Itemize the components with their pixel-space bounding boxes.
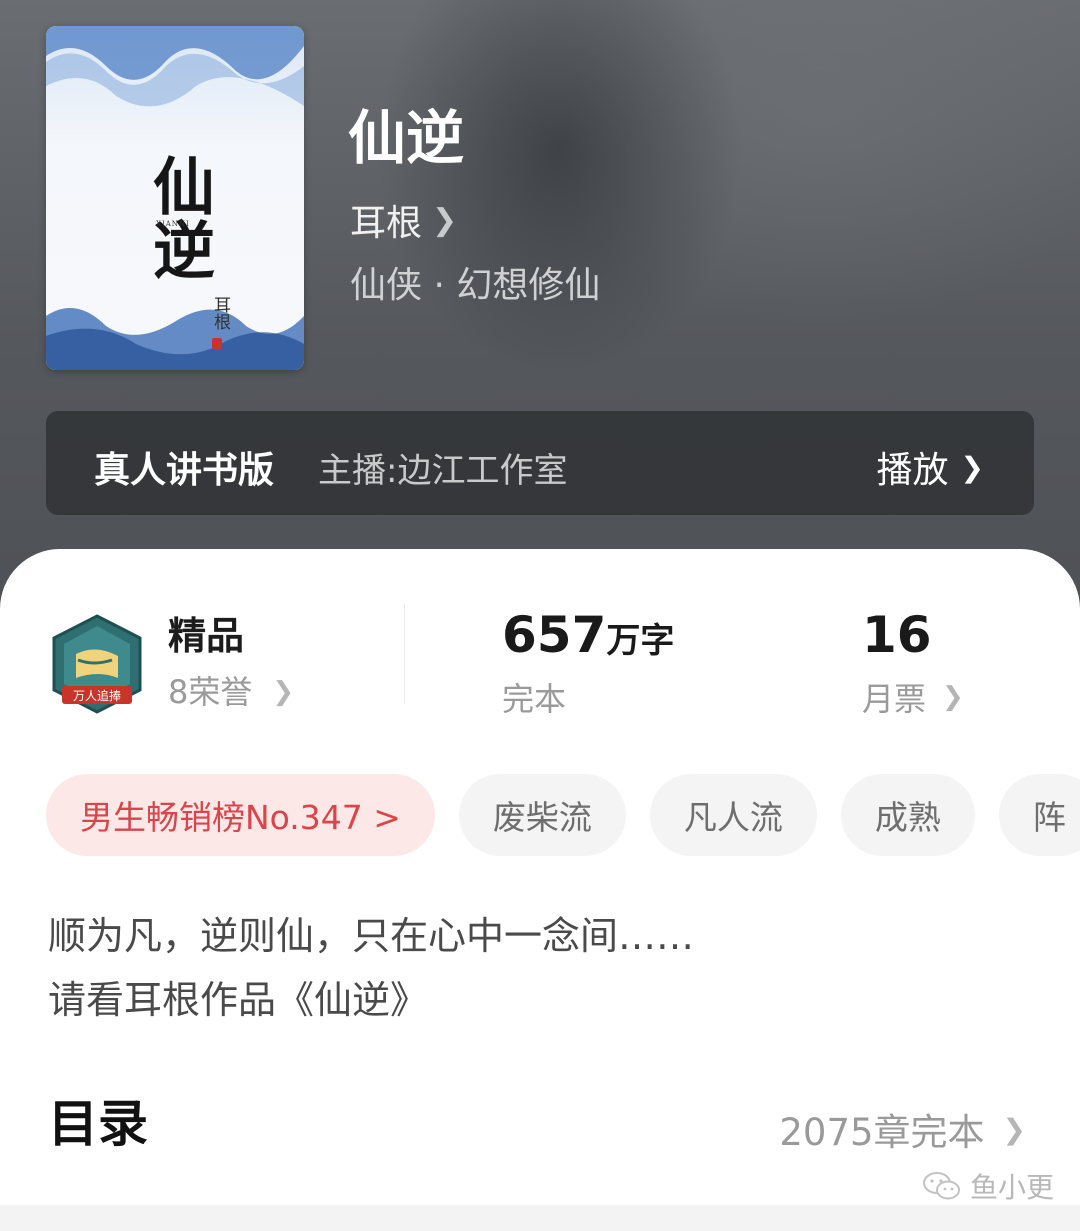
cover-title: 仙逆 [142, 154, 215, 282]
quality-title: 精品 [168, 614, 245, 658]
book-genre: 仙侠 · 幻想修仙 [350, 265, 601, 306]
cover-author: 耳根 [210, 296, 230, 330]
watermark-text: 鱼小更 [970, 1171, 1055, 1204]
word-count: 657万字 [502, 606, 674, 676]
book-description[interactable]: 顺为凡，逆则仙，只在心中一念间…… 请看耳根作品《仙逆》 [48, 904, 1028, 1032]
honor-badge-icon[interactable]: 万人追捧 [48, 614, 146, 716]
book-title: 仙逆 [348, 104, 465, 172]
bottom-strip [0, 1205, 1080, 1231]
audio-label: 真人讲书版 [94, 450, 275, 491]
monthly-votes-label: 月票 [862, 680, 927, 718]
description-line: 请看耳根作品《仙逆》 [48, 978, 429, 1022]
chevron-right-icon: ❯ [1002, 1112, 1026, 1146]
audio-version-bar[interactable]: 真人讲书版 主播:边江工作室 播放 ❯ [46, 411, 1034, 515]
tag-chip[interactable]: 阵 [998, 774, 1080, 856]
book-status: 完本 [502, 680, 567, 718]
monthly-votes-link[interactable]: 月票 ❯ [862, 674, 964, 720]
stats-divider [404, 604, 405, 704]
tag-chip[interactable]: 凡人流 [649, 774, 817, 856]
toc-title: 目录 [48, 1095, 148, 1153]
toc-info: 2075章完本 [779, 1111, 985, 1154]
audio-host: 主播:边江工作室 [318, 451, 568, 491]
word-count-number: 657 [502, 606, 607, 664]
author-name: 耳根 [350, 203, 423, 244]
word-count-unit: 万字 [606, 621, 675, 661]
watermark: 鱼小更 [922, 1166, 1054, 1206]
badge-text: 万人追捧 [73, 688, 121, 703]
book-cover[interactable]: 仙逆 XIANNI 耳根 [46, 26, 304, 370]
chevron-right-icon: ❯ [960, 450, 984, 484]
rank-tag[interactable]: 男生畅销榜No.347 > [46, 774, 435, 856]
chevron-right-icon: ❯ [432, 202, 458, 238]
play-button[interactable]: 播放 ❯ [877, 441, 984, 493]
honors-link[interactable]: 8荣誉 ❯ [168, 670, 294, 714]
monthly-votes-count: 16 [862, 606, 932, 664]
toc-link[interactable]: 2075章完本 ❯ [779, 1102, 1026, 1156]
cover-pinyin: XIANNI [156, 220, 190, 228]
play-label: 播放 [876, 450, 949, 491]
author-link[interactable]: 耳根 ❯ [350, 198, 458, 245]
wechat-icon [923, 1172, 960, 1200]
chevron-right-icon: ❯ [272, 677, 295, 707]
chevron-right-icon: ❯ [942, 682, 964, 712]
honors-count: 8荣誉 [168, 673, 253, 711]
tag-chip[interactable]: 废柴流 [458, 774, 626, 856]
description-line: 顺为凡，逆则仙，只在心中一念间…… [48, 914, 695, 958]
cover-seal-icon [212, 338, 222, 350]
tag-chip[interactable]: 成熟 [840, 774, 975, 856]
tag-list: 男生畅销榜No.347 > 废柴流 凡人流 成熟 阵 [46, 774, 1080, 856]
